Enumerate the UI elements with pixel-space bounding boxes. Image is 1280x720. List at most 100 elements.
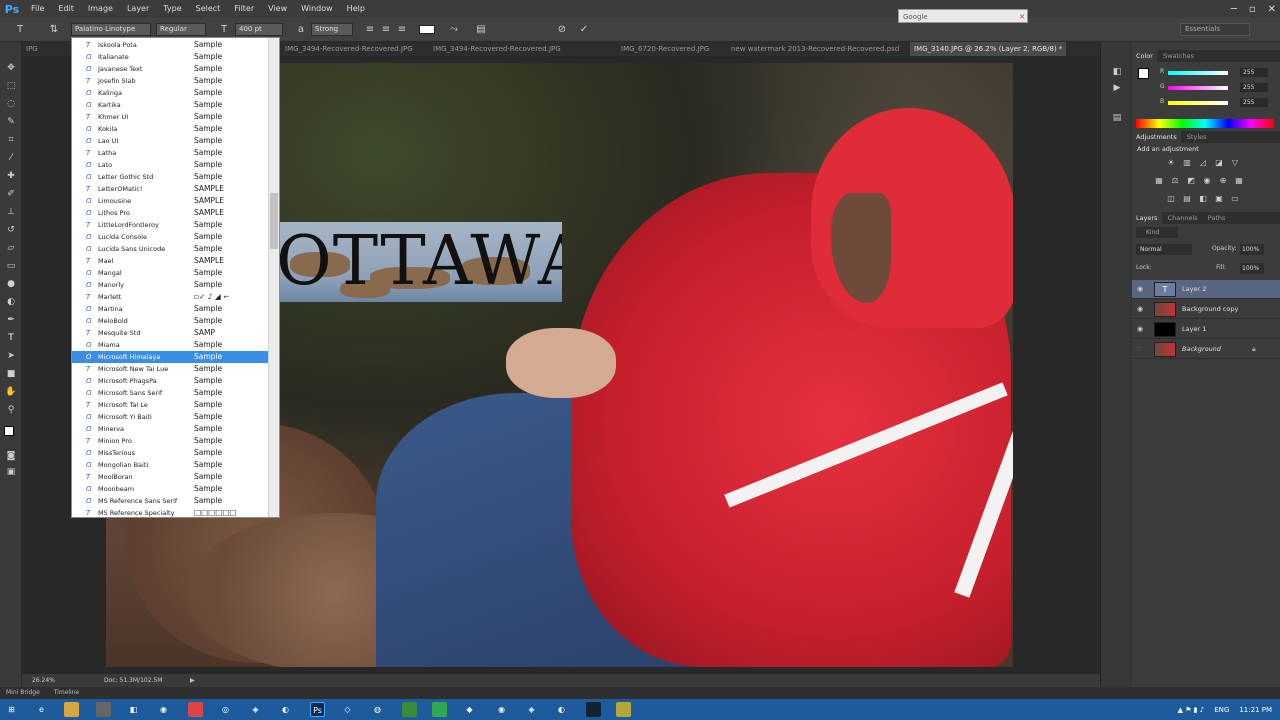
photo-filter-icon[interactable]: ◉ (1202, 176, 1212, 185)
font-list-item[interactable]: O Lao UI Sample (72, 135, 268, 147)
menu-image[interactable]: Image (81, 0, 120, 18)
align-center-icon[interactable]: ≡ (380, 23, 392, 36)
font-list-item[interactable]: O Italianate Sample (72, 51, 268, 63)
exposure-icon[interactable]: ◪ (1214, 158, 1224, 167)
scrollbar-thumb[interactable] (270, 193, 278, 249)
app-icon[interactable]: ◐ (554, 702, 569, 717)
close-icon[interactable]: ✕ (1268, 4, 1276, 15)
font-list-item[interactable]: T Microsoft New Tai Lue Sample (72, 363, 268, 375)
history-icon[interactable]: ▤ (1110, 112, 1124, 124)
pen-tool-icon[interactable]: ✒ (4, 314, 18, 326)
text-layer-ottawa[interactable]: OTTAWA (280, 222, 562, 302)
play-icon[interactable]: ▶ (1110, 82, 1124, 94)
align-right-icon[interactable]: ≡ (396, 23, 408, 36)
tab-channels[interactable]: Channels (1164, 212, 1202, 224)
font-list-item[interactable]: T MoolBoran Sample (72, 471, 268, 483)
layer-row[interactable]: ◉ Background copy (1132, 300, 1280, 319)
move-tool-icon[interactable]: ✥ (4, 62, 18, 74)
font-list-item[interactable]: O MissTerious Sample (72, 447, 268, 459)
crop-tool-icon[interactable]: ⌗ (4, 134, 18, 146)
warp-text-icon[interactable]: ⤳ (448, 23, 460, 36)
font-list-item[interactable]: T Iskoola Pota Sample (72, 39, 268, 51)
font-list-item[interactable]: O Mongolian Baiti Sample (72, 459, 268, 471)
language-indicator[interactable]: ENG (1214, 706, 1229, 714)
menu-help[interactable]: Help (340, 0, 372, 18)
font-family-select[interactable]: Palatino Linotype (71, 23, 151, 36)
foreground-color-swatch[interactable] (1138, 68, 1149, 79)
blue-slider[interactable]: B 255 (1160, 98, 1278, 108)
tab-layers[interactable]: Layers (1132, 212, 1162, 224)
app-icon[interactable]: ◧ (126, 702, 141, 717)
font-list-item[interactable]: T LittleLordFontleroy Sample (72, 219, 268, 231)
tab-color[interactable]: Color (1132, 50, 1157, 62)
app-icon[interactable]: ◉ (494, 702, 509, 717)
ie-icon[interactable]: e (34, 702, 49, 717)
color-panel-icon[interactable]: ◧ (1110, 66, 1124, 78)
eraser-tool-icon[interactable]: ▱ (4, 242, 18, 254)
red-slider[interactable]: R 255 (1160, 68, 1278, 78)
invert-icon[interactable]: ◫ (1166, 194, 1176, 203)
eye-icon[interactable]: ◉ (1137, 285, 1143, 293)
font-style-select[interactable]: Regular (156, 23, 206, 36)
brightness-icon[interactable]: ☀ (1166, 158, 1176, 167)
photoshop-icon[interactable]: Ps (310, 702, 325, 717)
fill-input[interactable]: 100% (1240, 263, 1264, 274)
stamp-tool-icon[interactable]: ⊥ (4, 206, 18, 218)
gradient-map-icon[interactable]: ▭ (1230, 194, 1240, 203)
font-list-item[interactable]: O Limousine SAMPLE (72, 195, 268, 207)
lookup-icon[interactable]: ▦ (1234, 176, 1244, 185)
doc-tab[interactable]: IMG_3494-Recovered-Recovered.JPG (285, 42, 413, 56)
font-list-item[interactable]: T Microsoft Tai Le Sample (72, 399, 268, 411)
curves-icon[interactable]: ◿ (1198, 158, 1208, 167)
menu-file[interactable]: File (24, 0, 51, 18)
layer-row[interactable]: ▫ Background 🔒︎ (1132, 340, 1280, 359)
workspace-select[interactable]: Essentials (1180, 23, 1250, 36)
status-arrow-icon[interactable]: ▶ (190, 674, 195, 687)
excel-icon[interactable] (402, 702, 417, 717)
chrome-icon[interactable] (188, 702, 203, 717)
app-icon[interactable] (432, 702, 447, 717)
font-list-item[interactable]: O Martina Sample (72, 303, 268, 315)
antialias-select[interactable]: Strong (311, 23, 353, 36)
font-list-item[interactable]: T Mesquite Std SAMP (72, 327, 268, 339)
menu-select[interactable]: Select (189, 0, 228, 18)
font-list-item[interactable]: O Microsoft Yi Baiti Sample (72, 411, 268, 423)
font-list-item[interactable]: T LetterOMatic! SAMPLE (72, 183, 268, 195)
app-icon[interactable] (586, 702, 601, 717)
doc-tab[interactable]: new watermark 2013-Recovered-Recovered.p… (731, 42, 899, 56)
font-list-item[interactable]: O Javanese Text Sample (72, 63, 268, 75)
tab-timeline[interactable]: Timeline (48, 689, 86, 696)
font-list-item[interactable]: O Letter Gothic Std Sample (72, 171, 268, 183)
hand-tool-icon[interactable]: ✋ (4, 386, 18, 398)
app-icon[interactable] (616, 702, 631, 717)
font-list-item[interactable]: T Marlett ▫✓ ♪ ◢ ⌐ (72, 291, 268, 303)
blur-tool-icon[interactable]: ● (4, 278, 18, 290)
font-list-item[interactable]: O MeloBold Sample (72, 315, 268, 327)
maximize-icon[interactable]: ▫ (1249, 4, 1256, 15)
hue-icon[interactable]: ▦ (1154, 176, 1164, 185)
tab-styles[interactable]: Styles (1183, 131, 1211, 143)
app-icon[interactable]: ◈ (248, 702, 263, 717)
color-spectrum[interactable] (1136, 119, 1274, 128)
screen-mode-icon[interactable]: ▣ (4, 466, 18, 478)
font-list-item[interactable]: O Moonbeam Sample (72, 483, 268, 495)
font-list-item[interactable]: O Lucida Sans Unicode Sample (72, 243, 268, 255)
color-balance-icon[interactable]: ⚖ (1170, 176, 1180, 185)
lasso-tool-icon[interactable]: ◌ (4, 98, 18, 110)
blend-mode-select[interactable]: Normal (1136, 244, 1192, 255)
eyedropper-tool-icon[interactable]: ⁄ (4, 152, 18, 164)
red-value[interactable]: 255 (1240, 68, 1268, 77)
font-list-item[interactable]: O Miama Sample (72, 339, 268, 351)
marquee-tool-icon[interactable]: ⬚ (4, 80, 18, 92)
quick-mask-icon[interactable]: ◙ (4, 450, 18, 462)
tab-adjustments[interactable]: Adjustments (1132, 131, 1181, 143)
cancel-icon[interactable]: ⊘ (556, 23, 568, 36)
google-search-box[interactable]: Google ✕ (898, 9, 1028, 23)
eye-icon[interactable]: ◉ (1137, 325, 1143, 333)
panels-toggle-icon[interactable]: ▤ (475, 23, 487, 36)
font-list-item[interactable]: O Kalinga Sample (72, 87, 268, 99)
font-list-item[interactable]: O Microsoft PhagsPa Sample (72, 375, 268, 387)
text-color-swatch[interactable] (419, 25, 435, 34)
minimize-icon[interactable]: ─ (1231, 4, 1237, 15)
orientation-icon[interactable]: ⇅ (48, 23, 60, 36)
